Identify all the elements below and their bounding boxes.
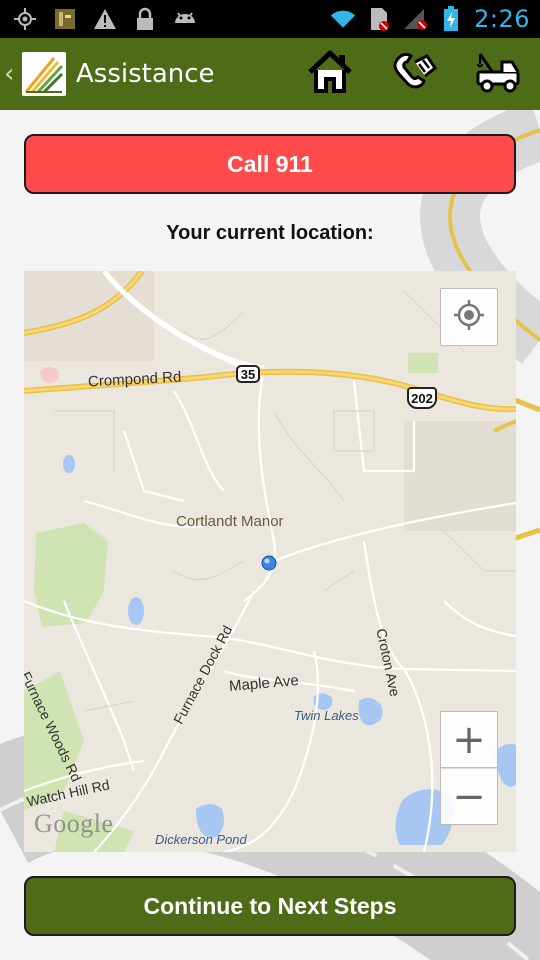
- warning-icon: [92, 6, 118, 32]
- google-attribution: Google: [34, 809, 114, 838]
- sim-icon: [366, 6, 392, 32]
- tow-truck-button[interactable]: [456, 38, 540, 110]
- notification-image-icon: [52, 6, 78, 32]
- map-label-twin-lakes: Twin Lakes: [294, 708, 359, 723]
- continue-next-steps-button[interactable]: Continue to Next Steps: [24, 876, 516, 936]
- route-35-shield: 35: [236, 365, 260, 383]
- lock-icon: [132, 6, 158, 32]
- route-202-shield: 202: [407, 387, 437, 409]
- zoom-in-button[interactable]: +: [440, 711, 498, 768]
- my-location-button[interactable]: [440, 288, 498, 346]
- status-time: 2:26: [474, 5, 530, 33]
- home-button[interactable]: [288, 38, 372, 110]
- location-map[interactable]: 35 202 Crompond Rd Cortlandt Manor Furna…: [24, 271, 516, 852]
- app-logo[interactable]: [22, 52, 66, 96]
- current-location-label: Your current location:: [166, 222, 374, 244]
- action-bar: ‹ Assistance: [0, 38, 540, 110]
- status-bar: 2:26: [0, 0, 540, 38]
- battery-icon: [438, 6, 464, 32]
- gps-icon: [12, 6, 38, 32]
- map-label-dickerson: Dickerson Pond: [155, 832, 247, 847]
- up-navigation-icon[interactable]: ‹: [4, 59, 22, 89]
- page-title: Assistance: [76, 59, 215, 89]
- wifi-icon: [330, 6, 356, 32]
- signal-icon: [402, 6, 428, 32]
- tow-truck-icon: [474, 50, 522, 98]
- map-label-cortlandt: Cortlandt Manor: [176, 513, 284, 530]
- crosshair-icon: [453, 299, 485, 335]
- zoom-out-button[interactable]: −: [440, 768, 498, 825]
- call-911-button[interactable]: Call 911: [24, 134, 516, 194]
- call-assistance-button[interactable]: [372, 38, 456, 110]
- home-icon: [307, 50, 353, 98]
- phone-hands-icon: [391, 50, 438, 98]
- android-icon: [172, 6, 198, 32]
